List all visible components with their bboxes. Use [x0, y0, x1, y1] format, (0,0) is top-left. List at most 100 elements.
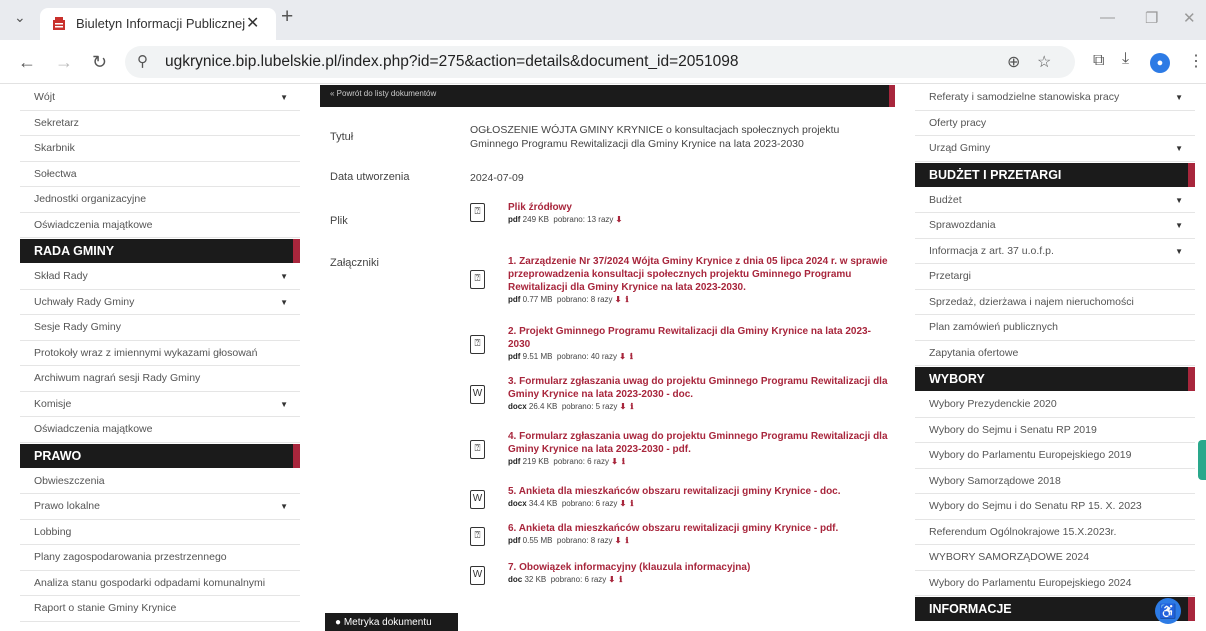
menu-item[interactable]: Skarbnik — [20, 136, 300, 162]
menu-item[interactable]: Komisje ▼ — [20, 392, 300, 418]
menu-item[interactable]: Sprzedaż, dzierżawa i najem nieruchomośc… — [915, 290, 1195, 315]
menu-item-label: Referendum Ogólnokrajowe 15.X.2023r. — [929, 525, 1117, 538]
menu-item[interactable]: Obwieszczenia — [20, 469, 300, 494]
chevron-down-icon[interactable]: ▼ — [1175, 213, 1183, 239]
document-metrics-button[interactable]: ● Metryka dokumentu — [325, 613, 458, 631]
menu-item[interactable]: Sekretarz — [20, 111, 300, 136]
chevron-down-icon[interactable]: ▼ — [280, 264, 288, 290]
info-icon[interactable]: ℹ — [625, 536, 628, 545]
menu-item[interactable]: Wybory do Parlamentu Europejskiego 2019 — [915, 443, 1195, 469]
window-close-icon[interactable]: ✕ — [1183, 9, 1196, 27]
menu-item[interactable]: Jednostki organizacyjne — [20, 187, 300, 213]
chevron-down-icon[interactable]: ▼ — [280, 392, 288, 418]
new-tab-icon[interactable]: + — [281, 5, 293, 29]
word-file-icon: W — [470, 385, 485, 404]
tab-search-chevron-icon[interactable]: ⌄ — [14, 9, 26, 26]
chevron-down-icon[interactable]: ▼ — [280, 494, 288, 520]
download-icon[interactable]: ⬇ — [616, 215, 623, 224]
chevron-down-icon[interactable]: ▼ — [280, 290, 288, 316]
minimize-icon[interactable]: — — [1100, 9, 1115, 26]
menu-item[interactable]: Oświadczenia majątkowe — [20, 213, 300, 238]
menu-item[interactable]: Sołectwa — [20, 162, 300, 187]
menu-item[interactable]: Zapytania ofertowe — [915, 341, 1195, 366]
menu-item[interactable]: Skład Rady ▼ — [20, 264, 300, 290]
menu-item-label: Archiwum nagrań sesji Rady Gminy — [34, 372, 201, 384]
info-icon[interactable]: ℹ — [630, 402, 633, 411]
menu-item[interactable]: Informacja z art. 37 u.o.f.p. ▼ — [915, 239, 1195, 265]
menu-item[interactable]: Lobbing — [20, 520, 300, 545]
menu-item[interactable]: Urząd Gminy ▼ — [915, 136, 1195, 162]
download-icon[interactable]: ⬇ — [620, 402, 627, 411]
info-icon[interactable]: ℹ — [630, 352, 633, 361]
menu-item[interactable]: Przetargi — [915, 264, 1195, 290]
download-icon[interactable]: ⬇ — [620, 499, 627, 508]
bookmark-star-icon[interactable]: ☆ — [1037, 52, 1051, 72]
forward-icon[interactable]: → — [55, 52, 73, 73]
download-icon[interactable]: ⬇ — [619, 352, 626, 361]
menu-item[interactable]: Plany zagospodarowania przestrzennego — [20, 545, 300, 571]
info-icon[interactable]: ℹ — [630, 499, 633, 508]
zoom-icon[interactable]: ⊕ — [1007, 52, 1020, 72]
menu-item-label: Wybory Prezydenckie 2020 — [929, 398, 1057, 410]
browser-tab[interactable]: Biuletyn Informacji Publicznej ✕ — [40, 8, 276, 40]
menu-item[interactable]: Wójt ▼ — [20, 85, 300, 111]
reload-icon[interactable]: ↻ — [92, 52, 107, 73]
chevron-down-icon[interactable]: ▼ — [1175, 239, 1183, 265]
download-icon[interactable]: ⬇ — [611, 457, 618, 466]
menu-item[interactable]: Referaty i samodzielne stanowiska pracy ▼ — [915, 85, 1195, 111]
menu-item[interactable]: Sesje Rady Gminy — [20, 315, 300, 341]
chevron-down-icon[interactable]: ▼ — [280, 85, 288, 111]
menu-item[interactable]: Sprawozdania ▼ — [915, 213, 1195, 239]
info-icon[interactable]: ℹ — [619, 575, 622, 584]
menu-item[interactable]: Oferty pracy — [915, 111, 1195, 136]
back-to-list-bar[interactable]: « Powrót do listy dokumentów — [320, 85, 895, 107]
menu-item[interactable]: Raport o stanie Gminy Krynice — [20, 596, 300, 622]
menu-item[interactable]: Wybory Samorządowe 2018 — [915, 469, 1195, 494]
menu-item[interactable]: Wybory Prezydenckie 2020 — [915, 392, 1195, 418]
back-icon[interactable]: ← — [18, 52, 36, 73]
menu-item[interactable]: Protokoły wraz z imiennymi wykazami głos… — [20, 341, 300, 366]
download-icon[interactable]: ⬇ — [615, 295, 622, 304]
omnibox[interactable]: ⚲ ugkrynice.bip.lubelskie.pl/index.php?i… — [125, 46, 1075, 78]
download-icon[interactable]: ⤓ — [1122, 50, 1129, 68]
back-to-list-link[interactable]: « Powrót do listy dokumentów — [330, 89, 436, 98]
site-info-icon[interactable]: ⚲ — [137, 52, 148, 70]
accessibility-icon[interactable]: ♿ — [1155, 598, 1181, 624]
close-tab-icon[interactable]: ✕ — [246, 13, 259, 33]
download-icon[interactable]: ⬇ — [609, 575, 616, 584]
download-icon[interactable]: ⬇ — [615, 536, 622, 545]
attachment-link[interactable]: 7. Obowiązek informacyjny (klauzula info… — [508, 561, 888, 574]
menu-item[interactable]: Oświadczenia majątkowe — [20, 417, 300, 443]
menu-item[interactable]: Analiza stanu gospodarki odpadami komuna… — [20, 571, 300, 596]
menu-item[interactable]: Wybory do Sejmu i do Senatu RP 15. X. 20… — [915, 494, 1195, 520]
chevron-down-icon[interactable]: ▼ — [1175, 136, 1183, 162]
browser-menu-icon[interactable]: ⋮ — [1188, 51, 1204, 71]
attachment-link[interactable]: 5. Ankieta dla mieszkańców obszaru rewit… — [508, 485, 888, 498]
restore-icon[interactable]: ❐ — [1145, 9, 1158, 27]
menu-item[interactable]: Wybory do Sejmu i Senatu RP 2019 — [915, 418, 1195, 443]
attachment-link[interactable]: 3. Formularz zgłaszania uwag do projektu… — [508, 375, 888, 401]
menu-item[interactable]: Uchwały Rady Gminy ▼ — [20, 290, 300, 316]
attachment-link[interactable]: 4. Formularz zgłaszania uwag do projektu… — [508, 430, 888, 456]
menu-item-label: Skład Rady — [34, 270, 88, 282]
menu-item[interactable]: Budżet ▼ — [915, 188, 1195, 214]
menu-item[interactable]: Wybory do Parlamentu Europejskiego 2024 — [915, 571, 1195, 596]
menu-item[interactable]: Prawo lokalne ▼ — [20, 494, 300, 520]
info-icon[interactable]: ℹ — [625, 295, 628, 304]
menu-item[interactable]: Plan zamówień publicznych — [915, 315, 1195, 341]
menu-item[interactable]: WYBORY SAMORZĄDOWE 2024 — [915, 545, 1195, 571]
menu-item-label: Budżet — [929, 193, 962, 206]
chevron-down-icon[interactable]: ▼ — [1175, 85, 1183, 111]
side-widget-tab[interactable] — [1198, 440, 1206, 480]
extensions-icon[interactable]: ⧉ — [1093, 52, 1104, 70]
attachment-link[interactable]: 1. Zarządzenie Nr 37/2024 Wójta Gminy Kr… — [508, 255, 888, 294]
attachment-link[interactable]: 6. Ankieta dla mieszkańców obszaru rewit… — [508, 522, 888, 535]
menu-item[interactable]: Archiwum nagrań sesji Rady Gminy — [20, 366, 300, 392]
chevron-down-icon[interactable]: ▼ — [1175, 188, 1183, 214]
attachment-link[interactable]: 2. Projekt Gminnego Programu Rewitalizac… — [508, 325, 888, 351]
pdf-file-icon: ⍰ — [470, 203, 485, 222]
menu-item[interactable]: Referendum Ogólnokrajowe 15.X.2023r. — [915, 520, 1195, 545]
source-file-link[interactable]: Plik źródłowy — [508, 201, 888, 214]
info-icon[interactable]: ℹ — [622, 457, 625, 466]
profile-avatar[interactable]: ● — [1150, 53, 1170, 73]
